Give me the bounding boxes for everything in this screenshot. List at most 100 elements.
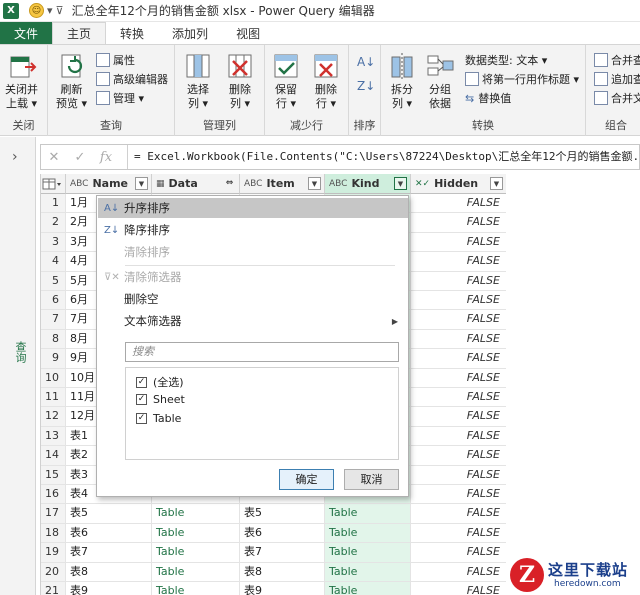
row-number[interactable]: 3	[41, 232, 66, 253]
cell-name[interactable]: 表5	[66, 504, 152, 524]
cell-item[interactable]: 表7	[240, 543, 325, 563]
cell-hidden[interactable]: FALSE	[411, 213, 506, 233]
keep-rows-button[interactable]: 保留 行 ▾	[271, 51, 301, 111]
remove-rows-button[interactable]: 删除 行 ▾	[311, 51, 341, 111]
cell-hidden[interactable]: FALSE	[411, 349, 506, 369]
cell-data[interactable]: Table	[152, 504, 240, 524]
filter-dropdown-icon[interactable]: ▼	[394, 177, 407, 190]
refresh-preview-button[interactable]: 刷新 预览 ▾	[56, 51, 87, 111]
cell-data[interactable]: Table	[152, 582, 240, 595]
cell-data[interactable]: Table	[152, 543, 240, 563]
row-number[interactable]: 15	[41, 465, 66, 485]
formula-input[interactable]: = Excel.Workbook(File.Contents("C:\Users…	[127, 145, 639, 169]
column-header-hidden[interactable]: ✕✓ Hidden ▼	[411, 174, 506, 194]
row-number[interactable]: 14	[41, 446, 66, 466]
cell-hidden[interactable]: FALSE	[411, 291, 506, 311]
cell-name[interactable]: 表7	[66, 543, 152, 563]
group-by-button[interactable]: 分组 依据	[425, 51, 455, 111]
advanced-editor-button[interactable]: 高级编辑器	[96, 70, 168, 88]
grid-corner-menu[interactable]	[41, 174, 66, 194]
cell-kind[interactable]: Table	[325, 523, 411, 544]
row-number[interactable]: 1	[41, 194, 66, 214]
filter-dropdown-icon[interactable]: ▼	[490, 177, 503, 190]
split-column-button[interactable]: 拆分 列 ▾	[387, 51, 417, 111]
tab-file[interactable]: 文件	[0, 22, 53, 44]
chevron-down-icon[interactable]: ▾	[47, 4, 53, 17]
row-number[interactable]: 13	[41, 426, 66, 447]
menu-sort-descending[interactable]: Z↓ 降序排序	[98, 220, 408, 240]
close-and-load-button[interactable]: 关闭并 上载 ▾	[5, 51, 38, 111]
menu-clear-filter[interactable]: ⊽✕ 清除筛选器	[98, 267, 408, 287]
confirm-formula-icon[interactable]: ✓	[67, 150, 93, 165]
menu-sort-ascending[interactable]: A↓ 升序排序	[98, 198, 408, 218]
merge-queries-button[interactable]: 合并查	[594, 51, 640, 69]
cell-hidden[interactable]: FALSE	[411, 543, 506, 563]
remove-columns-button[interactable]: 删除 列 ▾	[225, 51, 255, 111]
column-header-item[interactable]: ABC Item ▼	[240, 174, 325, 194]
menu-remove-empty[interactable]: 删除空	[98, 289, 408, 309]
row-number[interactable]: 10	[41, 368, 66, 388]
menu-text-filters[interactable]: 文本筛选器 ▶	[98, 311, 408, 331]
checkbox-table[interactable]: ✓ Table	[136, 412, 181, 425]
cell-hidden[interactable]: FALSE	[411, 369, 506, 388]
cancel-button[interactable]: 取消	[344, 469, 399, 490]
cell-hidden[interactable]: FALSE	[411, 388, 506, 408]
choose-columns-button[interactable]: 选择 列 ▾	[183, 51, 213, 111]
expand-queries-pane-icon[interactable]: ›	[12, 149, 18, 165]
row-number[interactable]: 18	[41, 523, 66, 544]
cell-hidden[interactable]: FALSE	[411, 407, 506, 427]
row-number[interactable]: 20	[41, 562, 66, 582]
checkbox-sheet[interactable]: ✓ Sheet	[136, 393, 185, 406]
filter-dropdown-icon[interactable]: ▼	[308, 177, 321, 190]
cell-item[interactable]: 表8	[240, 562, 325, 582]
cell-hidden[interactable]: FALSE	[411, 563, 506, 582]
cell-hidden[interactable]: FALSE	[411, 252, 506, 272]
cell-hidden[interactable]: FALSE	[411, 272, 506, 291]
row-number[interactable]: 16	[41, 485, 66, 505]
replace-values-button[interactable]: ⇆ 替换值	[465, 89, 511, 107]
tab-add-column[interactable]: 添加列	[158, 22, 222, 44]
cell-hidden[interactable]: FALSE	[411, 446, 506, 466]
filter-dropdown-icon[interactable]: ▼	[135, 177, 148, 190]
row-number[interactable]: 9	[41, 349, 66, 369]
cell-kind[interactable]: Table	[325, 562, 411, 582]
row-number[interactable]: 17	[41, 504, 66, 524]
cell-hidden[interactable]: FALSE	[411, 582, 506, 595]
column-header-data[interactable]: ▦ Data ⇔	[152, 174, 240, 194]
cell-kind[interactable]: Table	[325, 543, 411, 563]
menu-clear-sort[interactable]: 清除排序	[98, 242, 408, 262]
row-number[interactable]: 6	[41, 291, 66, 311]
cell-kind[interactable]: Table	[325, 582, 411, 595]
cell-hidden[interactable]: FALSE	[411, 194, 506, 214]
cell-hidden[interactable]: FALSE	[411, 427, 506, 447]
append-queries-button[interactable]: 追加查	[594, 70, 640, 88]
row-number[interactable]: 8	[41, 329, 66, 350]
row-number[interactable]: 2	[41, 213, 66, 233]
cell-data[interactable]: Table	[152, 523, 240, 544]
cell-name[interactable]: 表8	[66, 562, 152, 582]
cell-hidden[interactable]: FALSE	[411, 504, 506, 524]
cell-item[interactable]: 表9	[240, 582, 325, 595]
customize-qat-icon[interactable]: ⊽	[56, 4, 64, 17]
cell-hidden[interactable]: FALSE	[411, 233, 506, 253]
row-number[interactable]: 19	[41, 543, 66, 563]
tab-home[interactable]: 主页	[52, 22, 107, 44]
row-number[interactable]: 4	[41, 252, 66, 272]
ok-button[interactable]: 确定	[279, 469, 334, 490]
tab-view[interactable]: 视图	[222, 22, 274, 44]
cell-hidden[interactable]: FALSE	[411, 524, 506, 544]
function-icon[interactable]: fx	[93, 150, 119, 165]
combine-files-button[interactable]: 合并文	[594, 89, 640, 107]
cell-hidden[interactable]: FALSE	[411, 330, 506, 350]
smiley-feedback-icon[interactable]: ☺	[29, 3, 44, 18]
column-header-kind[interactable]: ABC Kind ▼	[325, 174, 411, 194]
cell-hidden[interactable]: FALSE	[411, 466, 506, 485]
use-first-row-headers-button[interactable]: 将第一行用作标题 ▾	[465, 70, 579, 88]
checkbox-select-all[interactable]: ✓ (全选)	[136, 374, 184, 390]
cell-name[interactable]: 表6	[66, 523, 152, 544]
tab-transform[interactable]: 转换	[106, 22, 158, 44]
sort-ascending-button[interactable]: A↓	[357, 53, 375, 71]
cell-item[interactable]: 表5	[240, 504, 325, 524]
row-number[interactable]: 11	[41, 388, 66, 408]
cell-hidden[interactable]: FALSE	[411, 485, 506, 505]
